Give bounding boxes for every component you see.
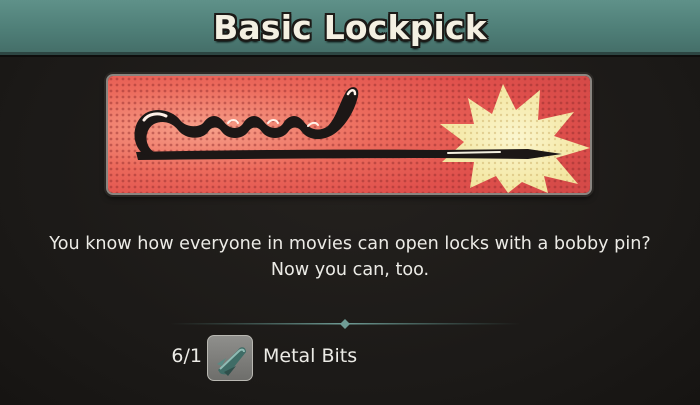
material-count: 6/1: [171, 345, 202, 367]
title-bar: Basic Lockpick: [0, 0, 700, 55]
description-line-1: You know how everyone in movies can open…: [49, 234, 651, 254]
item-description: You know how everyone in movies can open…: [0, 231, 700, 283]
section-divider: [170, 319, 520, 329]
material-name: Metal Bits: [263, 345, 358, 367]
crafting-panel: Basic Lockpick You know how everyone in …: [0, 0, 700, 405]
description-line-2: Now you can, too.: [270, 260, 430, 280]
metal-bits-icon: [207, 335, 253, 381]
divider-diamond-icon: [340, 319, 350, 329]
crafting-cost-row: 6/1 Metal Bits: [0, 333, 700, 383]
item-illustration-banner: [106, 74, 592, 195]
item-title: Basic Lockpick: [213, 7, 487, 47]
